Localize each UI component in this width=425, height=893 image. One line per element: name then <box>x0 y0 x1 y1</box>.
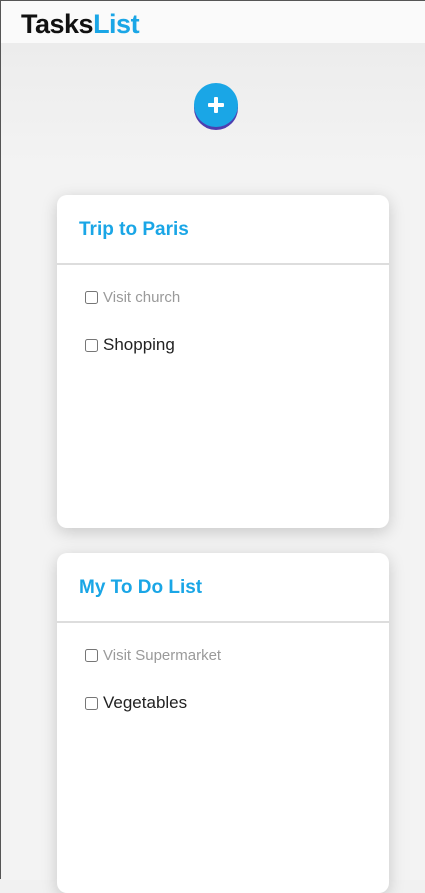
task-item: Shopping <box>85 333 389 357</box>
card-title[interactable]: Trip to Paris <box>79 219 189 240</box>
task-label: Vegetables <box>103 693 188 712</box>
task-item: Vegetables <box>85 691 389 715</box>
task-checkbox[interactable] <box>85 290 98 304</box>
task-checkbox[interactable] <box>85 338 98 352</box>
task-item: Visit church <box>85 285 389 309</box>
app-title-part1: Tasks <box>21 9 94 39</box>
task-checkbox[interactable] <box>85 648 98 662</box>
task-list-card: Trip to Paris Visit church Shopping <box>57 195 389 528</box>
task-items: Visit Supermarket Vegetables <box>57 623 389 715</box>
task-label: Visit church <box>103 288 181 306</box>
task-label: Shopping <box>103 335 175 354</box>
app-title: TasksList <box>21 9 425 39</box>
app-header: TasksList <box>1 1 425 43</box>
task-items: Visit church Shopping <box>57 265 389 357</box>
card-header: My To Do List <box>57 553 389 623</box>
task-item: Visit Supermarket <box>85 643 389 667</box>
plus-icon <box>208 97 224 113</box>
card-header: Trip to Paris <box>57 195 389 265</box>
task-checkbox[interactable] <box>85 696 98 710</box>
app-title-part2: List <box>93 9 140 39</box>
task-list-card: My To Do List Visit Supermarket Vegetabl… <box>57 553 389 893</box>
add-list-button[interactable] <box>194 83 238 127</box>
main-content: Trip to Paris Visit church Shopping My T… <box>1 43 425 893</box>
task-label: Visit Supermarket <box>103 646 222 664</box>
card-title[interactable]: My To Do List <box>79 577 202 598</box>
